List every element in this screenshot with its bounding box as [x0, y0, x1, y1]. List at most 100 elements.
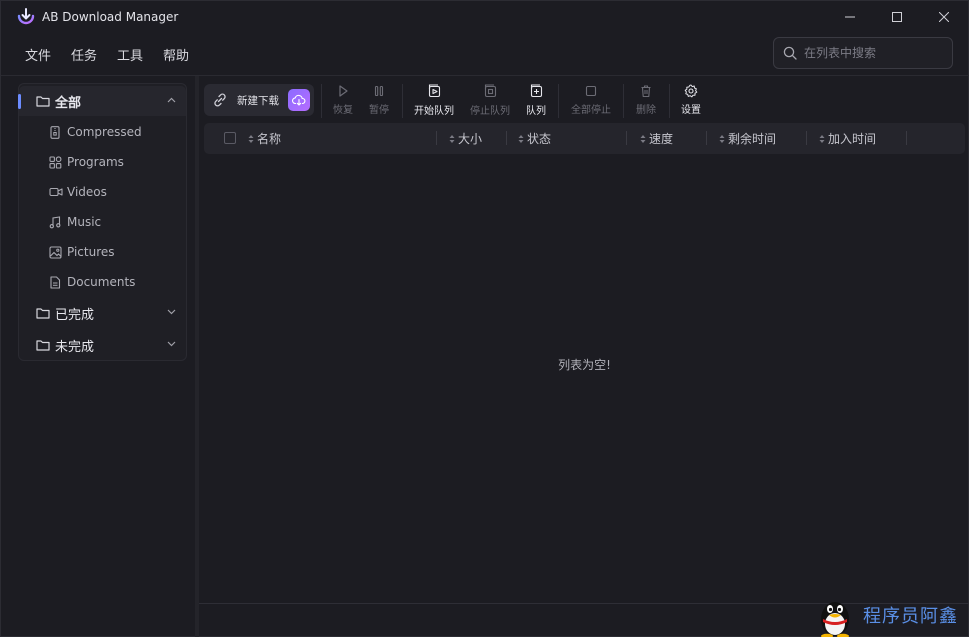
stop-all-label: 全部停止	[571, 105, 611, 116]
stop-all-button[interactable]: 全部停止	[569, 84, 613, 120]
category-unfinished[interactable]: 未完成	[19, 330, 186, 360]
column-label: 速度	[649, 132, 674, 146]
resume-label: 恢复	[333, 105, 353, 116]
cloud-download-icon[interactable]	[288, 89, 310, 111]
penguin-logo-icon	[821, 602, 849, 637]
column-divider[interactable]	[506, 131, 507, 145]
column-divider[interactable]	[436, 131, 437, 145]
category-unfinished-label: 未完成	[55, 339, 95, 355]
folder-icon	[36, 308, 50, 319]
column-speed[interactable]: 速度	[640, 123, 673, 154]
subcategory-label: Videos	[67, 185, 107, 199]
chevron-up-icon[interactable]	[167, 97, 176, 103]
column-label: 大小	[458, 132, 483, 146]
column-divider[interactable]	[806, 131, 807, 145]
play-icon	[339, 85, 348, 97]
sort-icon	[640, 134, 646, 143]
menu-file[interactable]: 文件	[15, 41, 61, 67]
app-title: AB Download Manager	[42, 10, 179, 24]
toolbar-separator	[321, 84, 322, 118]
category-completed[interactable]: 已完成	[19, 298, 186, 328]
column-label: 状态	[527, 132, 552, 146]
sort-icon	[518, 134, 524, 143]
music-icon	[49, 216, 61, 229]
subcategory-music[interactable]: Music	[19, 207, 186, 237]
sort-icon	[819, 134, 825, 143]
start-queue-button[interactable]: 开始队列	[412, 84, 456, 120]
app-window: AB Download Manager 文件 任务 工具 帮助 全部 C	[0, 0, 969, 637]
column-size[interactable]: 大小	[449, 123, 482, 154]
subcategory-label: Programs	[67, 155, 124, 169]
trash-icon	[641, 85, 651, 98]
chevron-down-icon[interactable]	[167, 309, 176, 315]
select-all-checkbox[interactable]	[224, 132, 236, 144]
active-indicator	[18, 94, 21, 109]
subcategory-label: Pictures	[67, 245, 115, 259]
toolbar-separator	[558, 84, 559, 118]
search-box[interactable]	[773, 37, 953, 69]
settings-button[interactable]: 设置	[678, 84, 704, 120]
start-queue-label: 开始队列	[414, 106, 454, 117]
menu-bar: 文件 任务 工具 帮助	[15, 41, 199, 67]
stop-icon	[585, 85, 597, 97]
toolbar-separator	[623, 84, 624, 118]
stop-queue-icon	[484, 84, 496, 98]
stop-queue-label: 停止队列	[470, 106, 510, 117]
category-sidebar: 全部 Compressed Programs Videos Music Pict…	[18, 83, 187, 361]
column-divider[interactable]	[906, 131, 907, 145]
column-remaining-time[interactable]: 剩余时间	[719, 123, 776, 154]
new-download-button[interactable]: 新建下载	[204, 84, 314, 116]
folder-icon	[36, 340, 50, 351]
subcategory-pictures[interactable]: Pictures	[19, 237, 186, 267]
maximize-button[interactable]	[874, 1, 920, 33]
delete-label: 删除	[636, 105, 656, 116]
image-icon	[49, 246, 62, 259]
stop-queue-button[interactable]: 停止队列	[468, 84, 512, 120]
new-download-label: 新建下载	[237, 95, 279, 107]
column-date-added[interactable]: 加入时间	[819, 123, 876, 154]
menu-help[interactable]: 帮助	[153, 41, 199, 67]
subcategory-label: Documents	[67, 275, 136, 289]
column-name[interactable]: 名称	[248, 123, 281, 154]
minimize-button[interactable]	[827, 1, 873, 33]
category-all[interactable]: 全部	[18, 86, 186, 116]
column-status[interactable]: 状态	[518, 123, 551, 154]
column-divider[interactable]	[706, 131, 707, 145]
column-label: 加入时间	[828, 132, 877, 146]
toolbar-separator	[669, 84, 670, 118]
toolbar-separator	[402, 84, 403, 118]
watermark-text: 程序员阿鑫	[863, 606, 958, 627]
chevron-down-icon[interactable]	[167, 341, 176, 347]
subcategory-documents[interactable]: Documents	[19, 267, 186, 297]
table-header: 名称 大小 状态 速度 剩余时间 加入时间	[204, 123, 965, 154]
pause-icon	[374, 85, 384, 97]
subcategory-label: Compressed	[67, 125, 142, 139]
close-button[interactable]	[921, 1, 967, 33]
column-label: 名称	[257, 132, 282, 146]
watermark: 程序员阿鑫	[815, 597, 969, 637]
close-icon	[939, 12, 949, 22]
start-queue-icon	[428, 84, 440, 98]
pause-label: 暂停	[369, 105, 389, 116]
category-all-label: 全部	[55, 95, 82, 111]
subcategory-videos[interactable]: Videos	[19, 177, 186, 207]
resume-button[interactable]: 恢复	[331, 84, 355, 120]
menu-tasks[interactable]: 任务	[61, 41, 107, 67]
search-icon	[783, 46, 797, 60]
toolbar: 新建下载 恢复 暂停 开始队列 停止队列 队列 全部停止 删除 设置	[199, 76, 969, 122]
link-icon	[214, 93, 226, 107]
pause-button[interactable]: 暂停	[367, 84, 391, 120]
menu-tools[interactable]: 工具	[107, 41, 153, 67]
folder-icon	[36, 96, 50, 107]
search-input[interactable]	[804, 46, 944, 60]
main-panel: 新建下载 恢复 暂停 开始队列 停止队列 队列 全部停止 删除 设置 名称 大小…	[199, 76, 969, 637]
column-label: 剩余时间	[728, 132, 777, 146]
column-divider[interactable]	[626, 131, 627, 145]
sort-icon	[248, 134, 254, 143]
subcategory-compressed[interactable]: Compressed	[19, 117, 186, 147]
delete-button[interactable]: 删除	[633, 84, 659, 120]
queue-icon	[530, 84, 542, 98]
queues-button[interactable]: 队列	[523, 84, 549, 120]
apps-icon	[49, 156, 62, 169]
subcategory-programs[interactable]: Programs	[19, 147, 186, 177]
